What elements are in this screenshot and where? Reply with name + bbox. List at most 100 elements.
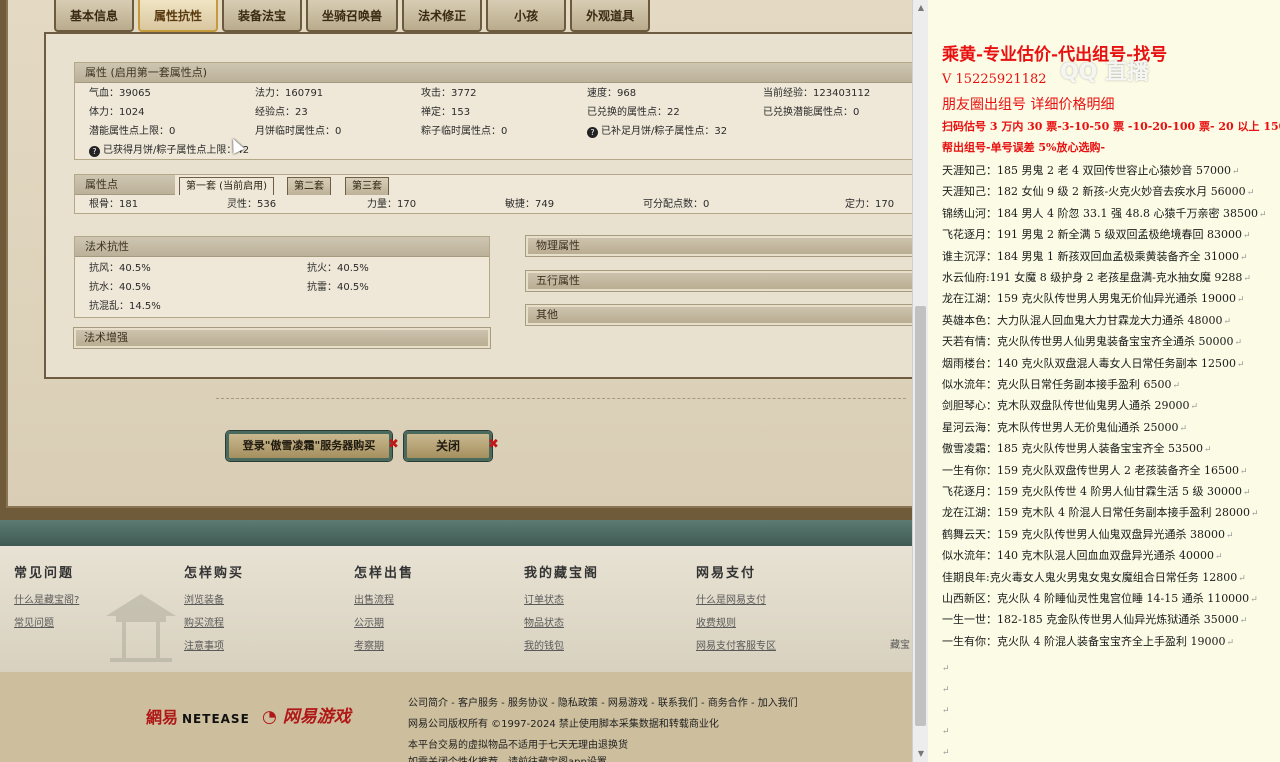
- resist-fire: 抗火：40.5%: [307, 263, 369, 274]
- buy-on-server-button[interactable]: 登录"傲雪凌霜"服务器购买: [226, 431, 392, 461]
- section-spell-boost[interactable]: 法术增强: [73, 327, 491, 349]
- tab-spell-mod[interactable]: 法术修正: [402, 0, 483, 32]
- section-other[interactable]: 其他: [525, 304, 915, 326]
- footer-link[interactable]: 什么是藏宝阁?: [14, 591, 79, 606]
- footer-col-title: 我的藏宝阁: [524, 566, 600, 581]
- paragraph-mark-icon: ↵: [1223, 316, 1232, 327]
- help-icon[interactable]: ?: [89, 146, 100, 157]
- side-label[interactable]: 藏宝: [890, 636, 910, 651]
- footer-link[interactable]: 我的钱包: [524, 637, 599, 652]
- doc-price-line-2: 帮出组号-单号误差 5%放心选购-: [942, 141, 1106, 154]
- doc-line: 似水流年：140 克木队混人回血血双盘异光通杀 40000↵: [942, 549, 1223, 563]
- footer-link[interactable]: 什么是网易支付: [696, 591, 776, 606]
- footer-link[interactable]: 物品状态: [524, 614, 599, 629]
- resist-box-title: 法术抗性: [75, 237, 489, 257]
- footer-link[interactable]: 收费规则: [696, 614, 776, 629]
- point-unassigned: 可分配点数：0: [643, 199, 710, 210]
- footer-link[interactable]: 订单状态: [524, 591, 599, 606]
- pavilion-icon: [106, 594, 176, 662]
- footer-link[interactable]: 考察期: [354, 637, 414, 652]
- footer-link[interactable]: 浏览装备: [184, 591, 244, 606]
- attr-filled: ? 已补足月饼/粽子属性点：32: [587, 123, 727, 141]
- attributes-box-title: 属性 (启用第一套属性点): [75, 63, 913, 83]
- price-document: 乘黄-专业估价-代出组号-找号 V 15225921182 朋友圈出组号 详细价…: [928, 0, 1280, 762]
- help-icon[interactable]: ?: [587, 127, 598, 138]
- paragraph-mark-icon: ↵: [942, 706, 950, 716]
- section-physical[interactable]: 物理属性: [525, 235, 915, 257]
- doc-line: 飞花逐月：191 男鬼 2 新全满 5 级双回孟极绝境春回 83000↵: [942, 228, 1251, 242]
- paragraph-mark-icon: ↵: [1214, 552, 1223, 563]
- doc-line: 天若有情：克火队传世男人仙男鬼装备宝宝齐全通杀 50000↵: [942, 335, 1243, 349]
- footer-link[interactable]: 注意事项: [184, 637, 244, 652]
- attr-speed: 速度：968: [587, 88, 637, 99]
- paragraph-mark-icon: ↵: [1250, 509, 1259, 520]
- scroll-up-icon[interactable]: ▲: [916, 4, 926, 12]
- point-constitution: 根骨：181: [89, 199, 139, 210]
- paragraph-mark-icon: ↵: [1258, 209, 1267, 220]
- copyright-text: 网易公司版权所有 ©1997-2024 禁止使用脚本采集数据和转载商业化: [408, 719, 719, 730]
- scroll-thumb[interactable]: [915, 306, 926, 726]
- attr-redeemed-potential: 已兑换潜能属性点：0: [763, 107, 860, 118]
- tab-appearance[interactable]: 外观道具: [570, 0, 651, 32]
- doc-subtitle: 朋友圈出组号 详细价格明细: [942, 97, 1115, 113]
- attributes-panel: 属性 (启用第一套属性点) 气血：39065 法力：160791 攻击：3772…: [44, 32, 915, 379]
- paragraph-mark-icon: ↵: [1246, 188, 1255, 199]
- attr-mp: 法力：160791: [255, 88, 324, 99]
- close-button[interactable]: 关闭: [404, 431, 492, 461]
- attr-zongzi-temp: 粽子临时属性点：0: [421, 126, 508, 137]
- footer-link[interactable]: 购买流程: [184, 614, 244, 629]
- tab-basic-info[interactable]: 基本信息: [54, 0, 135, 32]
- footer-link[interactable]: 网易支付客服专区: [696, 637, 776, 652]
- paragraph-mark-icon: ↵: [1243, 274, 1251, 284]
- paragraph-mark-icon: ↵: [1236, 295, 1245, 306]
- footer-nav-links[interactable]: 公司简介 - 客户服务 - 服务协议 - 隐私政策 - 网易游戏 - 联系我们 …: [408, 694, 798, 709]
- doc-line: 星河云海：克木队传世男人无价鬼仙通杀 25000↵: [942, 420, 1188, 434]
- tab-point-set-3[interactable]: 第三套: [345, 177, 389, 195]
- doc-line: 剑胆琴心：克木队双盘队传世仙鬼男人通杀 29000↵: [942, 399, 1199, 413]
- personalization-notice: 如需关闭个性化推荐，请前往藏宝阁app设置: [408, 753, 607, 762]
- doc-price-line-1: 扫码估号 3 万内 30 票-3-10-50 票 -10-20-100 票- 2…: [942, 120, 1280, 133]
- paragraph-mark-icon: ↵: [1190, 402, 1199, 413]
- footer-col-faq: 常见问题 什么是藏宝阁? 常见问题: [14, 562, 79, 637]
- footer-col-title: 网易支付: [696, 566, 757, 581]
- close-x-icon: ✖: [388, 437, 399, 452]
- paragraph-mark-icon: ↵: [1234, 338, 1243, 349]
- footer-col-title: 常见问题: [14, 566, 75, 581]
- scroll-down-icon[interactable]: ▼: [916, 750, 926, 758]
- tab-point-set-1[interactable]: 第一套 (当前启用): [179, 177, 274, 195]
- refund-notice: 本平台交易的虚拟物品不适用于七天无理由退换货: [408, 740, 628, 751]
- doc-line: 傲雪凌霜：185 克火队传世男人装备宝宝齐全 53500↵: [942, 442, 1212, 456]
- paragraph-mark-icon: ↵: [1242, 231, 1251, 242]
- paragraph-mark-icon: ↵: [942, 685, 950, 695]
- paragraph-mark-icon: ↵: [1226, 637, 1235, 648]
- footer-links: 常见问题 什么是藏宝阁? 常见问题 怎样购买 浏览装备 购买流程 注意事项 怎样…: [0, 546, 912, 672]
- tab-point-set-2[interactable]: 第二套: [287, 177, 331, 195]
- paragraph-mark-icon: ↵: [942, 727, 950, 737]
- paragraph-mark-icon: ↵: [942, 664, 950, 674]
- doc-line: 天涯知己：182 女仙 9 级 2 新孩-火克火妙音去疾水月 56000↵: [942, 185, 1255, 199]
- doc-line: 锦绣山河：184 男人 4 阶忽 33.1 强 48.8 心猿千万亲密 3850…: [942, 206, 1267, 220]
- page-scrollbar[interactable]: ▲ ▼: [912, 0, 928, 762]
- footer-link[interactable]: 出售流程: [354, 591, 414, 606]
- doc-line: 飞花逐月：159 克火队传世 4 阶男人仙甘霖生活 5 级 30000↵: [942, 485, 1251, 498]
- doc-line: 英雄本色：大力队混人回血鬼大力甘霖龙大力通杀 48000↵: [942, 313, 1232, 327]
- tab-equipment[interactable]: 装备法宝: [222, 0, 303, 32]
- footer-link[interactable]: 公示期: [354, 614, 414, 629]
- section-five-elements[interactable]: 五行属性: [525, 270, 915, 292]
- attr-cap-obtained: ? 已获得月饼/粽子属性点上限：42: [89, 142, 249, 160]
- point-strength: 力量：170: [367, 199, 417, 210]
- attr-hp: 气血：39065: [89, 88, 151, 99]
- netease-games-logo[interactable]: ◔ 网易游戏: [262, 702, 351, 727]
- paragraph-mark-icon: ↵: [1172, 381, 1181, 391]
- doc-line: 天涯知己：185 男鬼 2 老 4 双回传世容止心猿妙音 57000↵: [942, 164, 1240, 177]
- doc-line: 一生有你：克火队 4 阶混人装备宝宝齐全上手盈利 19000↵: [942, 634, 1235, 648]
- doc-line: 山西新区：克火队 4 阶睡仙灵性鬼宫位睡 14-15 通杀 110000↵: [942, 592, 1258, 605]
- tab-child[interactable]: 小孩: [486, 0, 567, 32]
- footer-link[interactable]: 常见问题: [14, 614, 79, 629]
- tab-mount-summon[interactable]: 坐骑召唤兽: [306, 0, 399, 32]
- netease-logo[interactable]: 網易 NETEASE: [146, 704, 250, 728]
- attr-attack: 攻击：3772: [421, 88, 477, 99]
- tab-attributes[interactable]: 属性抗性: [138, 0, 219, 32]
- paragraph-mark-icon: ↵: [1239, 616, 1248, 627]
- doc-line: 一生一世：182-185 克金队传世男人仙异光炼狱通杀 35000↵: [942, 613, 1248, 627]
